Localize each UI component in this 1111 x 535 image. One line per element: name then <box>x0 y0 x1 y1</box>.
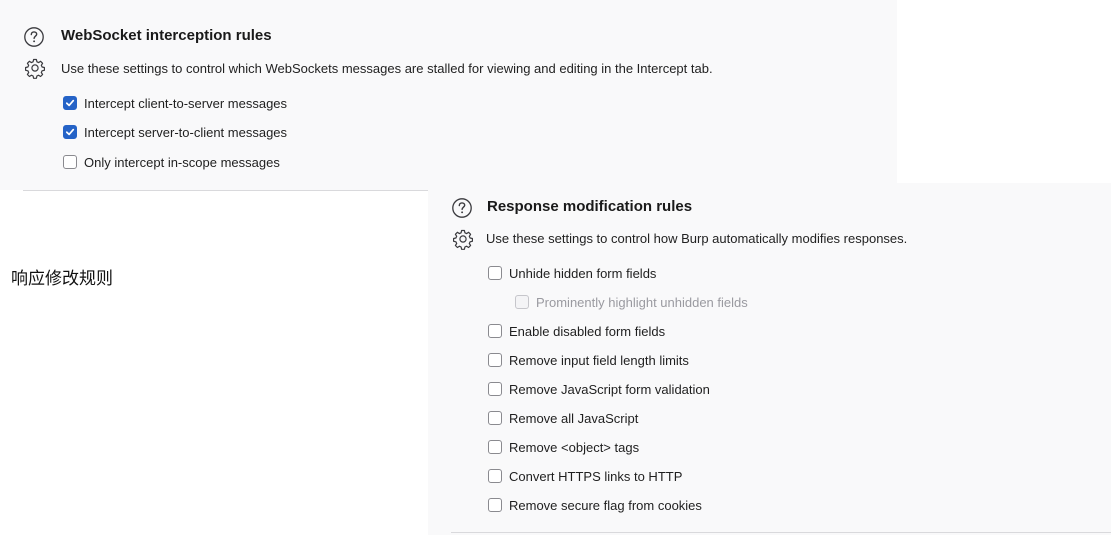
checkbox-remove-secure-flag[interactable]: Remove secure flag from cookies <box>488 495 702 515</box>
checkbox[interactable] <box>488 382 502 396</box>
option-label: Only intercept in-scope messages <box>84 154 280 170</box>
websocket-interception-panel: WebSocket interception rules Use these s… <box>0 0 897 190</box>
option-label: Remove secure flag from cookies <box>509 497 702 513</box>
checkbox[interactable] <box>488 440 502 454</box>
option-label: Unhide hidden form fields <box>509 265 657 281</box>
section-title: WebSocket interception rules <box>61 27 272 44</box>
checkbox-remove-object-tags[interactable]: Remove <object> tags <box>488 437 639 457</box>
checkbox[interactable] <box>488 411 502 425</box>
checkbox-only-in-scope[interactable]: Only intercept in-scope messages <box>63 152 280 172</box>
checkbox[interactable] <box>63 96 77 110</box>
checkbox-remove-all-js[interactable]: Remove all JavaScript <box>488 408 638 428</box>
checkbox-remove-js-validation[interactable]: Remove JavaScript form validation <box>488 379 710 399</box>
option-label: Remove JavaScript form validation <box>509 381 710 397</box>
section-description: Use these settings to control how Burp a… <box>486 231 908 246</box>
section-description: Use these settings to control which WebS… <box>61 61 713 76</box>
checkbox[interactable] <box>63 125 77 139</box>
checkbox[interactable] <box>488 353 502 367</box>
checkbox-convert-https-links[interactable]: Convert HTTPS links to HTTP <box>488 466 682 486</box>
checkbox-highlight-unhidden-fields[interactable]: Prominently highlight unhidden fields <box>515 292 748 312</box>
section-title: Response modification rules <box>487 198 693 215</box>
section-divider <box>23 190 428 191</box>
option-label: Intercept client-to-server messages <box>84 95 288 111</box>
option-label: Intercept server-to-client messages <box>84 124 288 140</box>
annotation-label: 响应修改规则 <box>11 269 113 289</box>
checkbox[interactable] <box>488 324 502 338</box>
option-label: Remove all JavaScript <box>509 410 639 426</box>
checkbox-unhide-hidden-fields[interactable]: Unhide hidden form fields <box>488 263 656 283</box>
help-icon[interactable] <box>23 26 45 48</box>
response-modification-panel: Response modification rules Use these se… <box>428 183 1111 535</box>
checkbox-enable-disabled-fields[interactable]: Enable disabled form fields <box>488 321 665 341</box>
option-label: Remove <object> tags <box>509 439 640 455</box>
checkbox-remove-length-limits[interactable]: Remove input field length limits <box>488 350 689 370</box>
checkbox[interactable] <box>515 295 529 309</box>
option-label: Convert HTTPS links to HTTP <box>509 468 683 484</box>
option-label: Prominently highlight unhidden fields <box>536 294 748 310</box>
help-icon[interactable] <box>451 197 473 219</box>
option-label: Enable disabled form fields <box>509 323 666 339</box>
checkbox[interactable] <box>488 266 502 280</box>
checkbox-intercept-server-to-client[interactable]: Intercept server-to-client messages <box>63 122 287 142</box>
checkbox[interactable] <box>488 469 502 483</box>
checkbox[interactable] <box>488 498 502 512</box>
checkbox[interactable] <box>63 155 77 169</box>
gear-icon[interactable] <box>452 228 474 250</box>
section-divider <box>451 532 1111 533</box>
option-label: Remove input field length limits <box>509 352 689 368</box>
checkbox-intercept-client-to-server[interactable]: Intercept client-to-server messages <box>63 93 287 113</box>
gear-icon[interactable] <box>24 57 46 79</box>
